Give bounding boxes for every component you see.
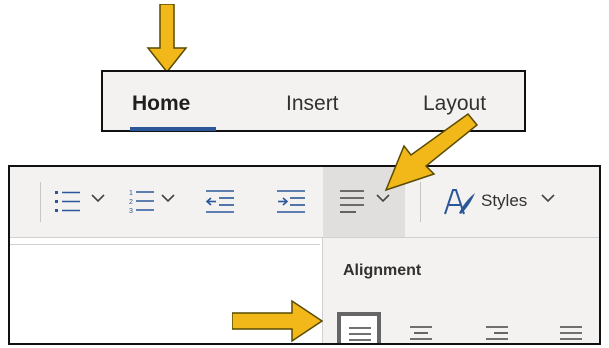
align-left-icon xyxy=(340,190,364,213)
increase-indent-icon[interactable] xyxy=(276,189,306,215)
decrease-indent-icon[interactable] xyxy=(205,189,235,215)
active-tab-indicator xyxy=(130,127,216,131)
right-arrow-to-align-left-option xyxy=(232,299,324,343)
tab-insert[interactable]: Insert xyxy=(286,92,339,116)
chevron-down-icon[interactable] xyxy=(160,193,176,203)
bullets-icon[interactable] xyxy=(54,189,82,215)
chevron-down-icon[interactable] xyxy=(90,193,106,203)
document-ruler-line xyxy=(10,244,320,245)
numbering-icon[interactable]: 1 2 3 xyxy=(128,187,156,215)
align-left-option[interactable] xyxy=(337,312,381,343)
diagonal-arrow-to-align-button xyxy=(384,112,478,192)
align-center-option[interactable] xyxy=(399,312,443,343)
align-center-icon xyxy=(410,326,432,340)
align-right-icon xyxy=(486,326,508,340)
justify-option[interactable] xyxy=(549,312,593,343)
alignment-menu-title: Alignment xyxy=(343,262,422,279)
toolbar-separator xyxy=(40,182,41,222)
alignment-dropdown: Alignment xyxy=(322,238,599,343)
tab-home[interactable]: Home xyxy=(132,92,190,116)
styles-label[interactable]: Styles xyxy=(481,191,527,211)
down-arrow-to-home-tab xyxy=(146,4,188,74)
svg-text:3: 3 xyxy=(129,208,133,215)
align-left-icon xyxy=(349,327,371,341)
ribbon-row: 1 2 3 Styles xyxy=(10,167,599,238)
chevron-down-icon[interactable] xyxy=(540,193,556,203)
svg-text:2: 2 xyxy=(129,199,133,206)
justify-icon xyxy=(560,326,582,340)
svg-text:1: 1 xyxy=(129,190,133,197)
align-right-option[interactable] xyxy=(475,312,519,343)
chevron-down-icon xyxy=(376,194,390,203)
